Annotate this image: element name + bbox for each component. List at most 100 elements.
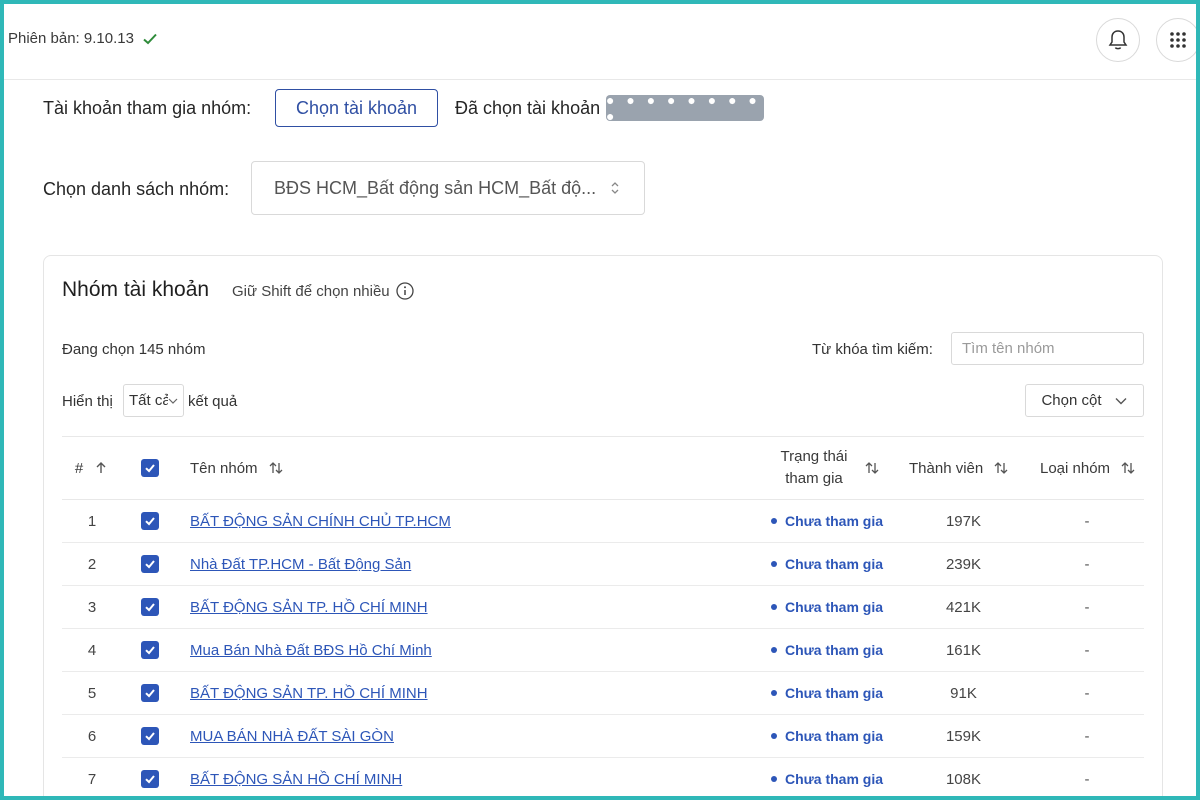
check-icon <box>145 646 155 655</box>
group-name-cell: BẤT ĐỘNG SẢN HỒ CHÍ MINH <box>190 758 750 796</box>
group-accounts-card: Nhóm tài khoản Giữ Shift để chọn nhiều Đ… <box>43 255 1163 796</box>
row-checkbox-cell <box>141 672 163 714</box>
group-name-link[interactable]: MUA BÁN NHÀ ĐẤT SÀI GÒN <box>190 728 394 745</box>
row-checkbox[interactable] <box>141 555 159 573</box>
row-number: 3 <box>87 598 97 616</box>
card-title: Nhóm tài khoản <box>62 278 210 301</box>
check-icon <box>145 560 155 569</box>
status-dot <box>770 518 777 524</box>
member-count: 239K <box>945 555 982 573</box>
row-checkbox[interactable] <box>141 770 159 788</box>
group-name-link[interactable]: Mua Bán Nhà Đất BĐS Hồ Chí Minh <box>190 642 432 659</box>
table-row[interactable]: 2 Nhà Đất TP.HCM - Bất Động Sản Chưa tha… <box>62 543 1144 586</box>
join-status-text: Chưa tham gia <box>784 556 884 572</box>
select-all-cell <box>141 437 163 499</box>
show-label: Hiển thị <box>62 393 113 410</box>
search-label: Từ khóa tìm kiếm: <box>812 341 933 358</box>
bell-icon <box>1108 30 1128 50</box>
group-name-cell: BẤT ĐỘNG SẢN CHÍNH CHỦ TP.HCM <box>190 500 750 542</box>
group-type: - <box>1084 512 1090 530</box>
table-row[interactable]: 5 BẤT ĐỘNG SẢN TP. HỒ CHÍ MINH Chưa tham… <box>62 672 1144 715</box>
sort-icon <box>994 462 1008 474</box>
info-icon[interactable] <box>395 282 414 300</box>
notifications-button[interactable] <box>1096 18 1140 62</box>
join-status: Chưa tham gia <box>752 586 902 628</box>
col-header-num-label: # <box>74 459 84 477</box>
app-frame: Phiên bản: 9.10.13 Tài khoản tham gia nh… <box>0 0 1200 800</box>
row-checkbox-cell <box>141 500 163 542</box>
col-header-name[interactable]: Tên nhóm <box>190 437 490 499</box>
join-status: Chưa tham gia <box>752 758 902 796</box>
table-row[interactable]: 1 BẤT ĐỘNG SẢN CHÍNH CHỦ TP.HCM Chưa tha… <box>62 500 1144 543</box>
check-icon <box>145 517 155 526</box>
join-status-text: Chưa tham gia <box>784 513 884 529</box>
table-body: 1 BẤT ĐỘNG SẢN CHÍNH CHỦ TP.HCM Chưa tha… <box>62 500 1144 796</box>
row-number: 2 <box>87 555 97 573</box>
status-dot <box>770 733 777 739</box>
row-checkbox[interactable] <box>141 598 159 616</box>
join-status: Chưa tham gia <box>752 715 902 757</box>
check-icon <box>145 689 155 698</box>
join-status-text: Chưa tham gia <box>784 771 884 787</box>
status-dot <box>770 604 777 610</box>
row-checkbox[interactable] <box>141 641 159 659</box>
group-type: - <box>1084 684 1090 702</box>
col-header-members[interactable]: Thành viên <box>906 437 1021 499</box>
row-checkbox[interactable] <box>141 727 159 745</box>
selected-account-label: Đã chọn tài khoản <box>455 98 601 118</box>
group-name-link[interactable]: BẤT ĐỘNG SẢN HỒ CHÍ MINH <box>190 771 402 788</box>
group-name-cell: BẤT ĐỘNG SẢN TP. HỒ CHÍ MINH <box>190 586 750 628</box>
version-info: Phiên bản: 9.10.13 <box>8 30 158 47</box>
row-number: 6 <box>87 727 97 745</box>
choose-columns-label: Chọn cột <box>1041 392 1102 409</box>
row-checkbox[interactable] <box>141 512 159 530</box>
select-all-checkbox[interactable] <box>141 459 159 477</box>
table-row[interactable]: 3 BẤT ĐỘNG SẢN TP. HỒ CHÍ MINH Chưa tham… <box>62 586 1144 629</box>
row-checkbox-cell <box>141 758 163 796</box>
results-label: kết quả <box>188 393 238 410</box>
col-header-status[interactable]: Trạng thái tham gia <box>762 437 892 499</box>
row-checkbox-cell <box>141 543 163 585</box>
table-row[interactable]: 6 MUA BÁN NHÀ ĐẤT SÀI GÒN Chưa tham gia … <box>62 715 1144 758</box>
groups-table: # Tên nhóm Trạng thái tham gia Thành viê… <box>62 436 1144 796</box>
group-name-cell: MUA BÁN NHÀ ĐẤT SÀI GÒN <box>190 715 750 757</box>
group-name-cell: BẤT ĐỘNG SẢN TP. HỒ CHÍ MINH <box>190 672 750 714</box>
page-size-select[interactable]: Tất cả <box>123 384 184 417</box>
member-count: 421K <box>945 598 982 616</box>
group-type: - <box>1084 727 1090 745</box>
join-status-text: Chưa tham gia <box>784 728 884 744</box>
group-type: - <box>1084 598 1090 616</box>
choose-columns-button[interactable]: Chọn cột <box>1025 384 1144 417</box>
member-count: 91K <box>950 684 977 702</box>
version-text: Phiên bản: 9.10.13 <box>8 30 134 47</box>
col-header-num[interactable]: # <box>62 437 122 499</box>
search-input[interactable] <box>951 332 1144 365</box>
top-bar: Phiên bản: 9.10.13 <box>4 4 1196 80</box>
apps-grid-icon <box>1170 32 1186 48</box>
sort-icon <box>865 462 879 474</box>
chevron-down-icon <box>168 398 178 404</box>
chevron-down-icon <box>1115 397 1127 404</box>
col-header-name-label: Tên nhóm <box>190 459 258 477</box>
apps-menu-button[interactable] <box>1156 18 1196 62</box>
choose-account-button[interactable]: Chọn tài khoản <box>275 89 438 127</box>
member-count: 197K <box>945 512 982 530</box>
group-name-link[interactable]: BẤT ĐỘNG SẢN CHÍNH CHỦ TP.HCM <box>190 513 451 530</box>
selected-count: Đang chọn 145 nhóm <box>62 341 206 358</box>
group-name-link[interactable]: BẤT ĐỘNG SẢN TP. HỒ CHÍ MINH <box>190 685 428 702</box>
group-list-select[interactable]: BĐS HCM_Bất động sản HCM_Bất độ... <box>251 161 645 215</box>
masked-account-name: ● ● ● ● ● ● ● ● ● <box>606 92 764 124</box>
row-checkbox[interactable] <box>141 684 159 702</box>
check-icon <box>145 603 155 612</box>
col-header-type[interactable]: Loại nhóm <box>1040 437 1150 499</box>
group-name-link[interactable]: BẤT ĐỘNG SẢN TP. HỒ CHÍ MINH <box>190 599 428 616</box>
join-status-text: Chưa tham gia <box>784 599 884 615</box>
row-checkbox-cell <box>141 586 163 628</box>
group-name-link[interactable]: Nhà Đất TP.HCM - Bất Động Sản <box>190 556 411 573</box>
table-row[interactable]: 4 Mua Bán Nhà Đất BĐS Hồ Chí Minh Chưa t… <box>62 629 1144 672</box>
group-list-label: Chọn danh sách nhóm: <box>43 179 230 199</box>
table-row[interactable]: 7 BẤT ĐỘNG SẢN HỒ CHÍ MINH Chưa tham gia… <box>62 758 1144 796</box>
col-header-type-label: Loại nhóm <box>1040 459 1111 477</box>
sort-icon <box>1121 462 1135 474</box>
member-count: 161K <box>945 641 982 659</box>
